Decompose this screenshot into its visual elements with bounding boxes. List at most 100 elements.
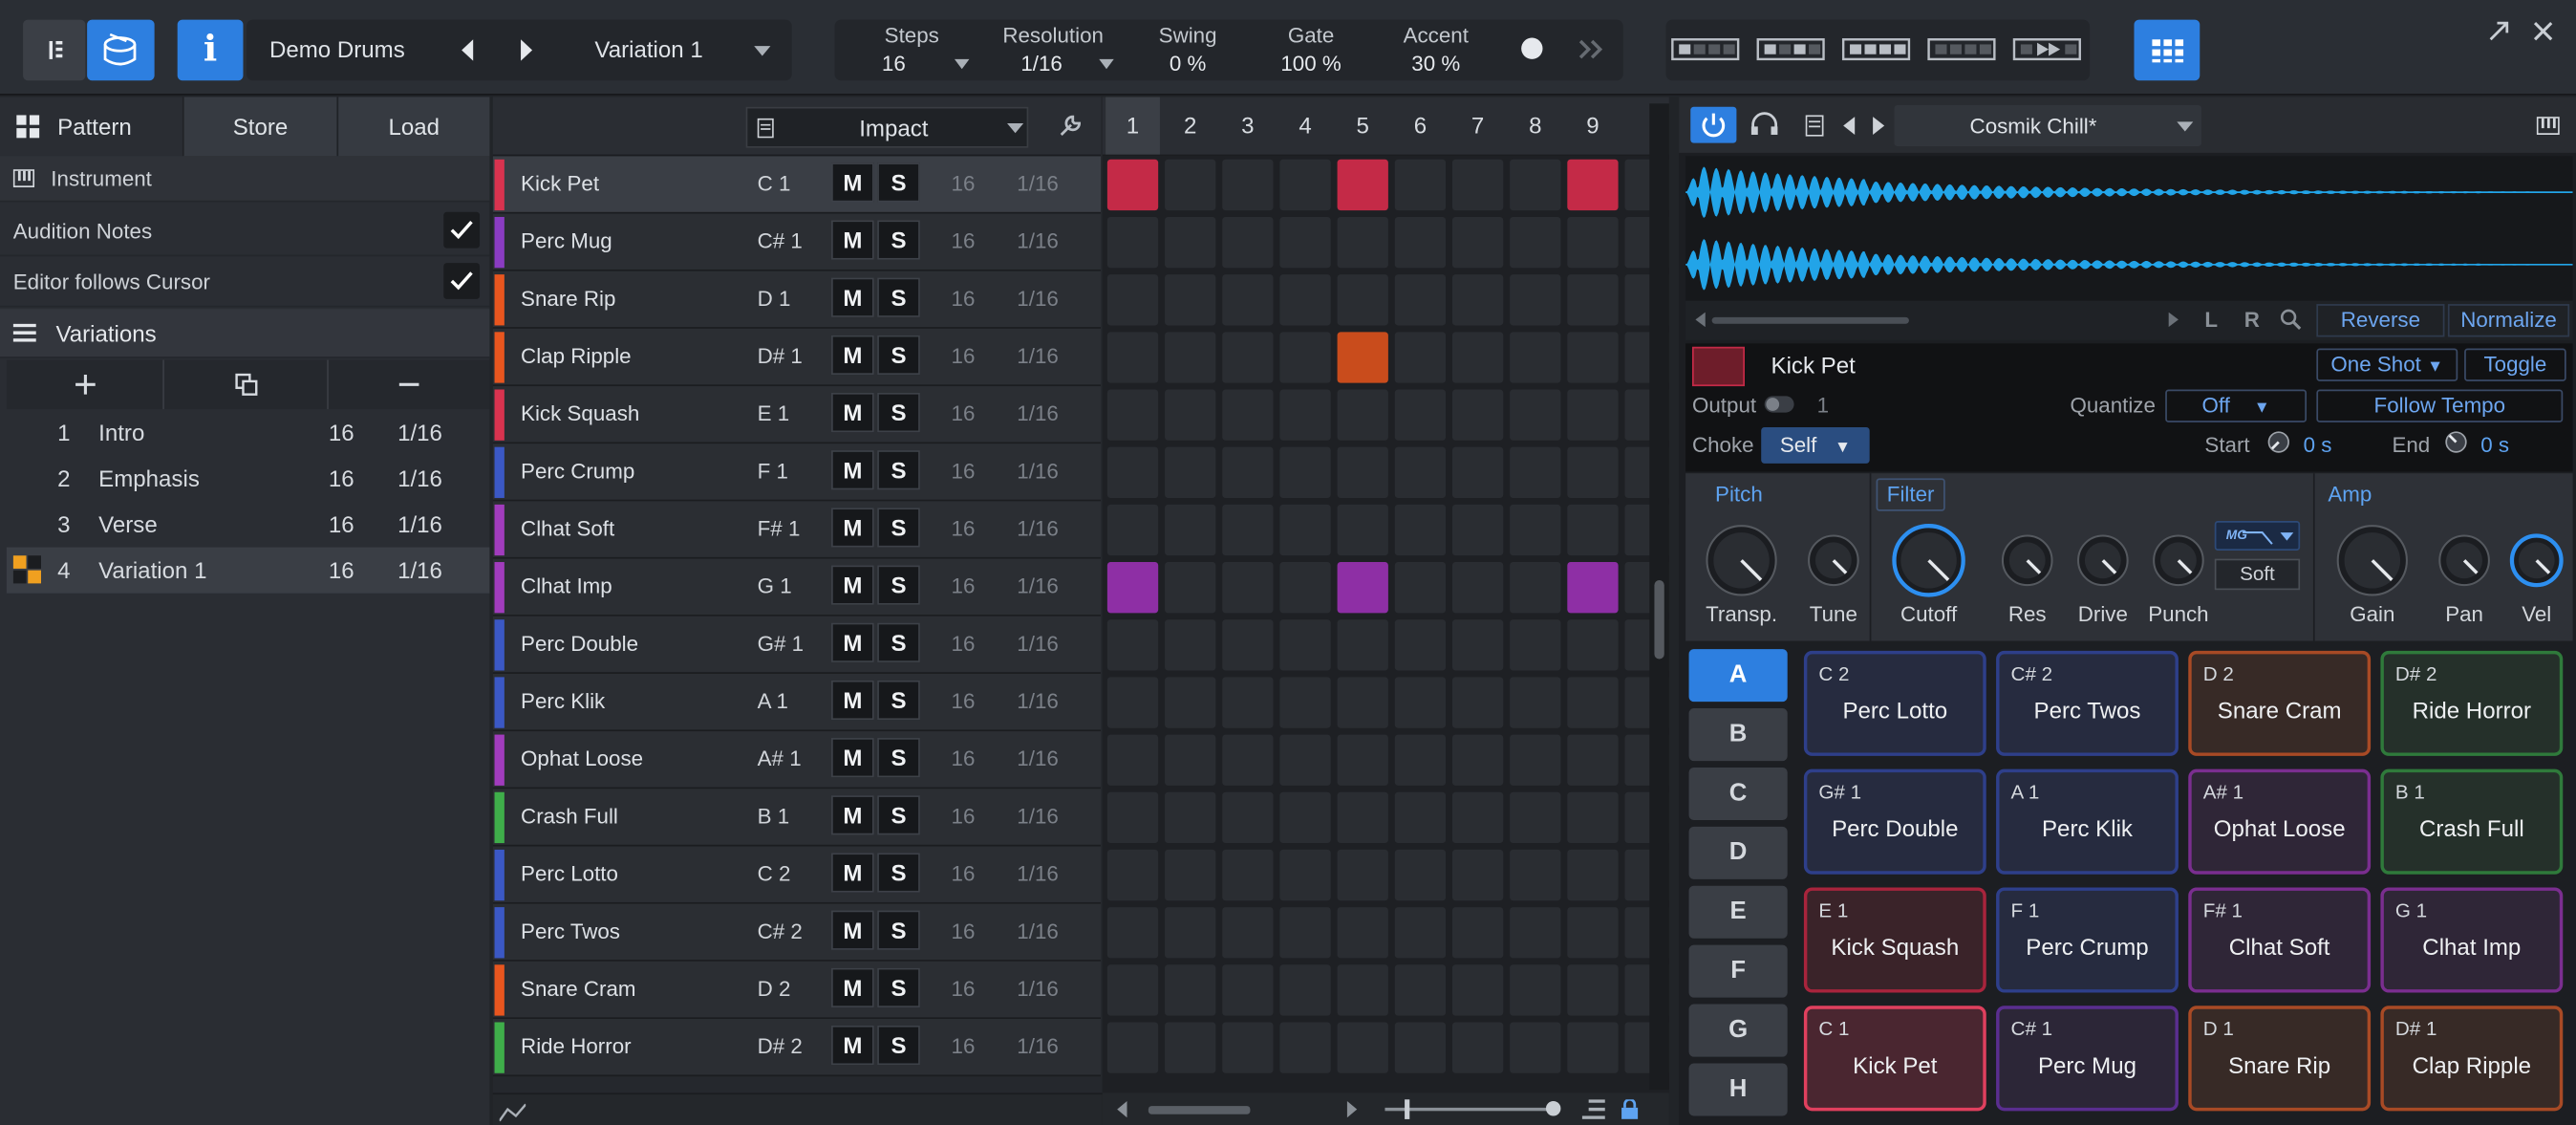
knob-gain[interactable]	[2331, 519, 2414, 601]
step-cell[interactable]	[1165, 907, 1216, 959]
instrument-row[interactable]: Crash Full B 1 M S 16 1/16	[492, 789, 1101, 847]
step-cell[interactable]	[1279, 677, 1331, 728]
step-cell[interactable]	[1279, 849, 1331, 901]
step-cell[interactable]	[1165, 332, 1216, 383]
step-cell[interactable]	[1106, 619, 1159, 671]
soft-button[interactable]: Soft	[2214, 558, 2301, 591]
step-cell[interactable]	[1222, 849, 1274, 901]
step-cell[interactable]	[1279, 619, 1331, 671]
step-cell[interactable]	[1106, 446, 1159, 498]
expand-icon[interactable]	[2485, 18, 2512, 45]
step-cell[interactable]	[1567, 734, 1619, 786]
end-value[interactable]: 0 s	[2480, 432, 2509, 457]
step-cell[interactable]	[1106, 677, 1159, 728]
solo-button[interactable]: S	[877, 680, 920, 721]
bank-button-a[interactable]: A	[1688, 649, 1788, 703]
mute-button[interactable]: M	[831, 967, 874, 1007]
duplicate-variation-button[interactable]	[166, 359, 329, 410]
step-cell[interactable]	[1165, 734, 1216, 786]
step-number[interactable]: 7	[1450, 97, 1505, 154]
instrument-row[interactable]: Snare Cram D 2 M S 16 1/16	[492, 961, 1101, 1020]
info-button[interactable]: i	[177, 19, 244, 81]
step-number[interactable]: 9	[1566, 97, 1621, 154]
solo-button[interactable]: S	[877, 335, 920, 376]
drum-view-button[interactable]	[87, 19, 155, 81]
mute-button[interactable]: M	[831, 853, 874, 893]
waveform-scrollbar[interactable]	[1711, 316, 1909, 324]
document-icon[interactable]	[1805, 115, 1824, 137]
step-cell[interactable]	[1451, 446, 1504, 498]
step-cell[interactable]	[1567, 791, 1619, 844]
step-cell[interactable]	[1394, 734, 1447, 786]
mute-button[interactable]: M	[831, 508, 874, 548]
step-cell[interactable]	[1510, 274, 1561, 326]
horizontal-scrollbar[interactable]	[1148, 1106, 1251, 1114]
add-variation-button[interactable]	[7, 359, 164, 410]
solo-button[interactable]: S	[877, 1025, 920, 1066]
step-cell[interactable]	[1567, 1022, 1619, 1073]
menu-icon[interactable]	[12, 323, 36, 342]
step-cell[interactable]	[1451, 332, 1504, 383]
step-cell-active[interactable]	[1337, 332, 1388, 383]
drum-pad[interactable]: C 1 Kick Pet	[1803, 1006, 1986, 1112]
step-cell[interactable]	[1394, 677, 1447, 728]
step-cell[interactable]	[1222, 332, 1274, 383]
step-cell[interactable]	[1106, 964, 1159, 1016]
lines-icon[interactable]	[1581, 1099, 1605, 1119]
play-icon[interactable]	[2168, 312, 2180, 328]
zoom-handle-right[interactable]	[1545, 1100, 1561, 1116]
step-cell[interactable]	[1451, 216, 1504, 269]
waveform-display[interactable]	[1685, 156, 2573, 301]
step-cell[interactable]	[1394, 849, 1447, 901]
solo-button[interactable]: S	[877, 795, 920, 835]
preset-select[interactable]: Cosmik Chill*	[1894, 105, 2201, 147]
step-cell[interactable]	[1337, 1022, 1388, 1073]
solo-button[interactable]: S	[877, 162, 920, 203]
step-number[interactable]: 8	[1508, 97, 1562, 154]
step-cell[interactable]	[1106, 274, 1159, 326]
instrument-row[interactable]: Clhat Soft F# 1 M S 16 1/16	[492, 501, 1101, 559]
solo-button[interactable]: S	[877, 853, 920, 893]
filter-section-button[interactable]: Filter	[1876, 478, 1945, 511]
step-number[interactable]: 3	[1221, 97, 1276, 154]
step-cell[interactable]	[1510, 791, 1561, 844]
step-cell[interactable]	[1337, 734, 1388, 786]
next-arrow-icon[interactable]	[514, 38, 537, 63]
step-cell[interactable]	[1567, 274, 1619, 326]
drum-pad[interactable]: D 1 Snare Rip	[2188, 1006, 2372, 1112]
step-cell-active[interactable]	[1567, 562, 1619, 614]
step-cell[interactable]	[1394, 332, 1447, 383]
step-cell[interactable]	[1510, 734, 1561, 786]
step-cell[interactable]	[1222, 504, 1274, 556]
next-preset-icon[interactable]	[1871, 117, 1885, 135]
step-cell[interactable]	[1165, 274, 1216, 326]
step-cell[interactable]	[1106, 734, 1159, 786]
step-cell[interactable]	[1279, 504, 1331, 556]
power-button[interactable]	[1690, 106, 1737, 143]
step-cell[interactable]	[1222, 389, 1274, 441]
mute-button[interactable]: M	[831, 622, 874, 662]
gate-value[interactable]: 100 %	[1267, 51, 1356, 76]
step-cell[interactable]	[1165, 964, 1216, 1016]
step-cell[interactable]	[1222, 159, 1274, 211]
solo-button[interactable]: S	[877, 508, 920, 548]
step-number[interactable]: 1	[1106, 97, 1160, 155]
drum-pad[interactable]: C# 2 Perc Twos	[1996, 650, 2179, 756]
step-cell[interactable]	[1394, 274, 1447, 326]
toggle-button[interactable]: Toggle	[2464, 348, 2566, 381]
step-cell[interactable]	[1510, 216, 1561, 269]
prev-preset-icon[interactable]	[1841, 117, 1856, 135]
step-cell[interactable]	[1222, 677, 1274, 728]
close-icon[interactable]	[2530, 18, 2557, 45]
reverse-button[interactable]: Reverse	[2316, 304, 2445, 337]
step-cell[interactable]	[1165, 216, 1216, 269]
mute-button[interactable]: M	[831, 910, 874, 950]
step-cell[interactable]	[1222, 791, 1274, 844]
filter-type-select[interactable]: MG	[2214, 521, 2301, 551]
step-cell[interactable]	[1279, 332, 1331, 383]
instrument-row[interactable]: Ophat Loose A# 1 M S 16 1/16	[492, 731, 1101, 790]
step-cell-active[interactable]	[1567, 159, 1619, 211]
step-cell[interactable]	[1279, 216, 1331, 269]
mute-button[interactable]: M	[831, 392, 874, 433]
bank-button-c[interactable]: C	[1688, 767, 1788, 820]
